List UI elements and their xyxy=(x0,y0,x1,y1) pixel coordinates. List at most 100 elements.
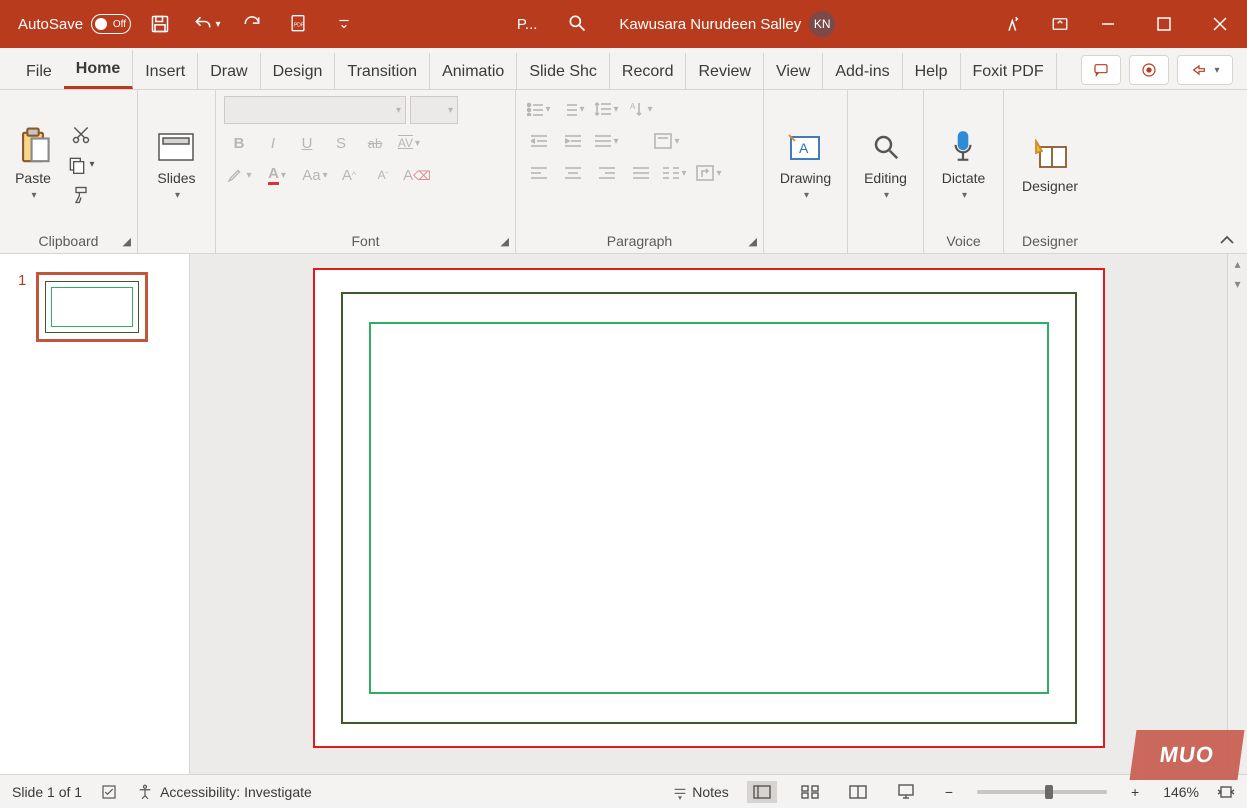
designer-button[interactable]: Designer xyxy=(1016,132,1084,198)
slide[interactable] xyxy=(313,268,1105,748)
autosave-label: AutoSave xyxy=(18,16,83,33)
minimize-button[interactable] xyxy=(1083,0,1133,48)
thumbnail-panel: 1 xyxy=(0,254,190,774)
collapse-ribbon-button[interactable] xyxy=(1219,233,1235,247)
comments-button[interactable] xyxy=(1081,55,1121,85)
qat-customize-button[interactable] xyxy=(327,7,361,41)
zoom-slider[interactable] xyxy=(977,790,1107,794)
zoom-level[interactable]: 146% xyxy=(1163,784,1199,800)
change-case-button[interactable]: Aa▾ xyxy=(300,162,330,188)
font-dialog-launcher[interactable]: ◢ xyxy=(501,235,509,248)
slide-rectangle-green[interactable] xyxy=(369,322,1049,694)
share-button[interactable]: ▾ xyxy=(1177,55,1233,85)
redo-button[interactable] xyxy=(235,7,269,41)
paste-button[interactable]: Paste ▾ xyxy=(8,124,58,205)
strikethrough-button[interactable]: ab xyxy=(360,130,390,156)
scroll-down-button[interactable]: ▾ xyxy=(1228,274,1247,294)
decrease-indent-button[interactable] xyxy=(524,128,554,154)
clipboard-icon xyxy=(14,128,52,166)
tab-slideshow[interactable]: Slide Shc xyxy=(517,53,610,89)
bold-button[interactable]: B xyxy=(224,130,254,156)
zoom-out-button[interactable]: − xyxy=(939,784,959,800)
bullets-button[interactable]: ▾ xyxy=(524,96,554,122)
format-painter-button[interactable] xyxy=(66,182,96,208)
align-left-button[interactable] xyxy=(524,160,554,186)
tab-view[interactable]: View xyxy=(764,53,823,89)
record-button[interactable] xyxy=(1129,55,1169,85)
maximize-button[interactable] xyxy=(1139,0,1189,48)
thumbnail-item[interactable]: 1 xyxy=(0,272,189,342)
autosave-state: Off xyxy=(113,19,126,30)
justify-button[interactable] xyxy=(626,160,656,186)
align-center-button[interactable] xyxy=(558,160,588,186)
tab-design[interactable]: Design xyxy=(261,53,336,89)
reading-view-button[interactable] xyxy=(843,781,873,803)
clear-formatting-button[interactable]: A⌫ xyxy=(402,162,432,188)
slide-counter[interactable]: Slide 1 of 1 xyxy=(12,784,82,800)
undo-button[interactable]: ▾ xyxy=(189,7,223,41)
fit-to-window-button[interactable] xyxy=(1217,784,1235,800)
drawing-button[interactable]: A Drawing ▾ xyxy=(774,124,837,205)
autosave-toggle[interactable]: AutoSave Off xyxy=(18,14,131,34)
tab-animations[interactable]: Animatio xyxy=(430,53,517,89)
vertical-scrollbar[interactable]: ▴ ▾ xyxy=(1227,254,1247,774)
font-size-select[interactable]: ▾ xyxy=(410,96,458,124)
tab-insert[interactable]: Insert xyxy=(133,53,198,89)
increase-indent-button[interactable] xyxy=(558,128,588,154)
scroll-up-button[interactable]: ▴ xyxy=(1228,254,1247,274)
save-button[interactable] xyxy=(143,7,177,41)
font-family-select[interactable]: ▾ xyxy=(224,96,406,124)
display-options-button[interactable] xyxy=(1043,7,1077,41)
line-spacing-button[interactable]: ▾ xyxy=(592,96,622,122)
editing-button[interactable]: Editing ▾ xyxy=(858,124,913,205)
tab-help[interactable]: Help xyxy=(903,53,961,89)
status-bar: Slide 1 of 1 Accessibility: Investigate … xyxy=(0,774,1247,808)
tab-record[interactable]: Record xyxy=(610,53,687,89)
chevron-down-icon: ▾ xyxy=(804,190,809,201)
tab-draw[interactable]: Draw xyxy=(198,53,260,89)
notes-button[interactable]: Notes xyxy=(672,784,729,800)
cut-button[interactable] xyxy=(66,122,96,148)
export-pdf-button[interactable]: PDF xyxy=(281,7,315,41)
underline-button[interactable]: U xyxy=(292,130,322,156)
tab-transitions[interactable]: Transition xyxy=(335,53,430,89)
italic-button[interactable]: I xyxy=(258,130,288,156)
slide-canvas-area[interactable] xyxy=(190,254,1227,774)
zoom-in-button[interactable]: + xyxy=(1125,784,1145,800)
char-spacing-button[interactable]: AV▾ xyxy=(394,130,424,156)
shadow-button[interactable]: S xyxy=(326,130,356,156)
tab-addins[interactable]: Add-ins xyxy=(823,53,902,89)
decrease-font-button[interactable]: Aˇ xyxy=(368,162,398,188)
align-vertical-button[interactable]: ▾ xyxy=(652,128,682,154)
sorter-view-button[interactable] xyxy=(795,781,825,803)
copy-button[interactable]: ▾ xyxy=(66,152,96,178)
align-text-button[interactable]: ▾ xyxy=(592,128,622,154)
account-name[interactable]: Kawusara Nurudeen Salley KN xyxy=(619,11,835,37)
tab-file[interactable]: File xyxy=(14,53,64,89)
numbering-button[interactable]: ▾ xyxy=(558,96,588,122)
slides-button[interactable]: Slides ▾ xyxy=(151,124,201,205)
close-button[interactable] xyxy=(1195,0,1245,48)
text-direction-button[interactable]: A▾ xyxy=(626,96,656,122)
coming-soon-button[interactable] xyxy=(997,7,1031,41)
highlight-button[interactable]: ▾ xyxy=(224,162,254,188)
search-button[interactable] xyxy=(567,13,589,35)
thumbnail-preview[interactable] xyxy=(36,272,148,342)
tab-review[interactable]: Review xyxy=(686,53,763,89)
chevron-down-icon: ▾ xyxy=(175,190,180,201)
dictate-button[interactable]: Dictate ▾ xyxy=(936,124,992,205)
smartart-button[interactable]: ▾ xyxy=(694,160,724,186)
align-right-button[interactable] xyxy=(592,160,622,186)
tab-home[interactable]: Home xyxy=(64,50,133,89)
normal-view-button[interactable] xyxy=(747,781,777,803)
increase-font-button[interactable]: A^ xyxy=(334,162,364,188)
paragraph-dialog-launcher[interactable]: ◢ xyxy=(749,235,757,248)
accessibility-status[interactable]: Accessibility: Investigate xyxy=(136,783,312,801)
tab-foxit[interactable]: Foxit PDF xyxy=(961,53,1057,89)
columns-button[interactable]: ▾ xyxy=(660,160,690,186)
autosave-switch[interactable]: Off xyxy=(91,14,131,34)
slideshow-view-button[interactable] xyxy=(891,781,921,803)
font-color-button[interactable]: A▾ xyxy=(258,162,296,188)
spellcheck-icon[interactable] xyxy=(100,783,118,801)
clipboard-dialog-launcher[interactable]: ◢ xyxy=(123,235,131,248)
